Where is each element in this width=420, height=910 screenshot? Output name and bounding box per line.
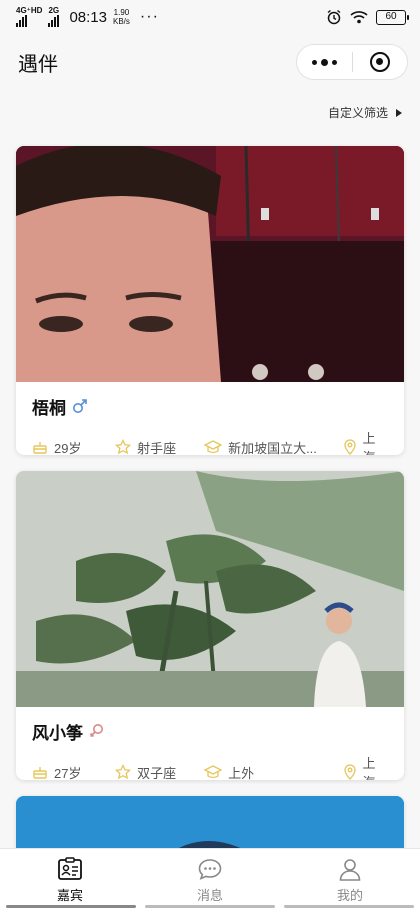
- graduation-cap-icon: [204, 765, 223, 779]
- tab-messages[interactable]: 消息: [140, 849, 280, 910]
- clock: 08:13: [69, 8, 107, 26]
- tab-me[interactable]: 我的: [280, 849, 420, 910]
- more-menu-button[interactable]: [297, 45, 352, 79]
- guest-card[interactable]: 梧桐 29岁 射手座 新加坡国立大... 上海: [16, 146, 404, 455]
- network-speed-unit: KB/s: [113, 17, 130, 26]
- guest-school: 上外: [228, 765, 255, 781]
- network-speed: 1.90 KB/s: [113, 8, 130, 26]
- school-item: 新加坡国立大...: [204, 438, 342, 456]
- home-indicator-right: [284, 905, 414, 908]
- star-icon: [115, 764, 132, 780]
- network-type-2: 2G: [48, 6, 60, 15]
- guest-name: 梧桐: [32, 398, 66, 418]
- status-bar: 4G⁺HD 2G 08:13 1.90 KB/s ··· 60: [0, 0, 420, 34]
- city-item: 上海: [343, 428, 389, 455]
- tab-guests-label: 嘉宾: [56, 888, 83, 903]
- guest-age: 27岁: [54, 765, 82, 781]
- guest-card[interactable]: [16, 796, 404, 856]
- tab-messages-label: 消息: [196, 888, 223, 903]
- guest-photo: [16, 796, 404, 856]
- guest-photo: [16, 471, 404, 707]
- guest-photo-illustration: [16, 146, 404, 382]
- network-type-1: 4G⁺HD: [16, 6, 43, 15]
- guest-photo-illustration: [16, 471, 404, 707]
- age-item: 27岁: [32, 763, 115, 781]
- guest-city: 上海: [362, 756, 376, 780]
- school-item: 上外: [204, 763, 342, 781]
- miniprogram-capsule: [296, 44, 408, 80]
- guest-photo: [16, 146, 404, 382]
- guest-city: 上海: [362, 431, 376, 455]
- guest-age: 29岁: [54, 440, 82, 456]
- female-icon: [89, 724, 103, 738]
- graduation-cap-icon: [204, 440, 223, 454]
- chat-bubble-icon: [198, 859, 222, 880]
- cake-icon: [33, 767, 47, 779]
- more-notifications-icon: ···: [139, 8, 159, 25]
- guest-name: 风小筝: [32, 723, 83, 743]
- wifi-icon: [350, 11, 368, 24]
- id-card-icon: [58, 857, 82, 880]
- target-icon: [369, 52, 390, 72]
- play-arrow-icon: [396, 108, 402, 117]
- home-indicator-left: [6, 905, 136, 908]
- alarm-icon: [327, 9, 341, 25]
- nav-bar: 遇伴: [0, 34, 420, 90]
- network-speed-value: 1.90: [113, 8, 130, 17]
- close-miniprogram-button[interactable]: [353, 45, 408, 79]
- location-pin-icon: [343, 764, 356, 780]
- battery-level: 60: [385, 10, 397, 22]
- page-title: 遇伴: [18, 53, 58, 76]
- tab-guests[interactable]: 嘉宾: [0, 849, 140, 910]
- person-icon: [339, 859, 361, 881]
- tab-bar: 嘉宾 消息 我的: [0, 848, 420, 910]
- guest-photo-illustration: [16, 796, 404, 856]
- city-item: 上海: [343, 753, 389, 780]
- guest-zodiac: 射手座: [137, 440, 177, 456]
- age-item: 29岁: [32, 438, 115, 456]
- guest-school: 新加坡国立大...: [228, 440, 317, 456]
- battery-icon: 60: [376, 9, 409, 25]
- tab-me-label: 我的: [336, 888, 363, 903]
- male-icon: [73, 399, 87, 413]
- zodiac-item: 射手座: [115, 438, 204, 456]
- signal-icon-2: [48, 15, 60, 27]
- signal-icon: [16, 15, 42, 27]
- network-indicator-2: 2G: [48, 6, 60, 27]
- custom-filter-label: 自定义筛选: [327, 106, 388, 120]
- guest-card[interactable]: 风小筝 27岁 双子座 上外 上海: [16, 471, 404, 780]
- custom-filter-button[interactable]: 自定义筛选: [328, 104, 402, 121]
- network-indicator: 4G⁺HD: [16, 7, 42, 27]
- star-icon: [115, 439, 132, 455]
- cake-icon: [33, 442, 47, 454]
- zodiac-item: 双子座: [115, 763, 204, 781]
- guest-zodiac: 双子座: [137, 765, 177, 781]
- home-indicator-middle: [145, 905, 275, 908]
- location-pin-icon: [343, 439, 356, 455]
